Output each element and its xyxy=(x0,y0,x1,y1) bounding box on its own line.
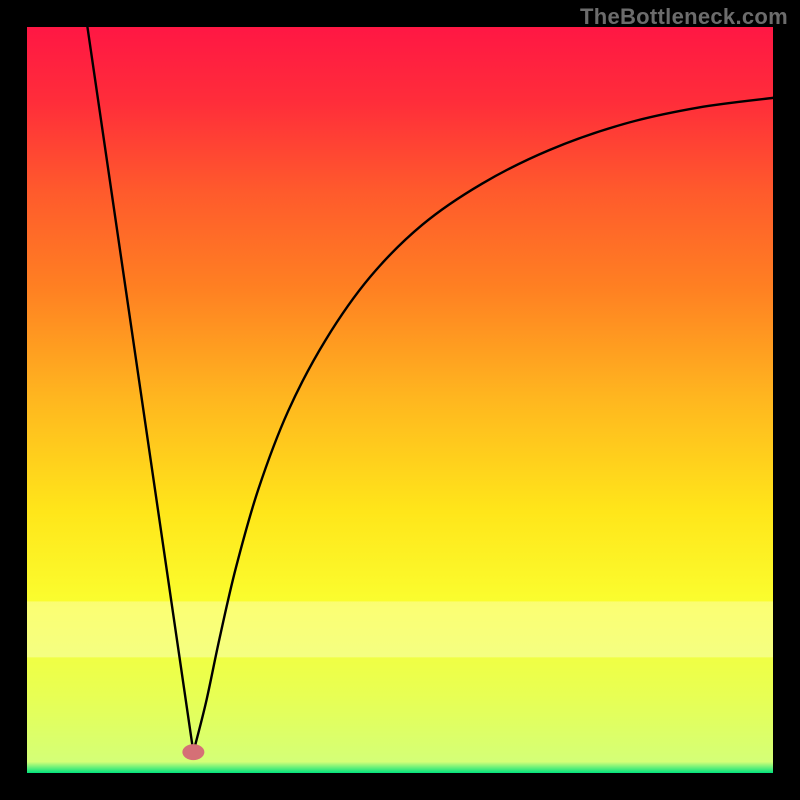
watermark-label: TheBottleneck.com xyxy=(580,4,788,30)
chart-svg xyxy=(27,27,773,773)
optimal-point-marker xyxy=(182,744,204,760)
chart-frame: TheBottleneck.com xyxy=(0,0,800,800)
highlight-band xyxy=(27,601,773,657)
gradient-background xyxy=(27,27,773,773)
chart-plot-area xyxy=(27,27,773,773)
